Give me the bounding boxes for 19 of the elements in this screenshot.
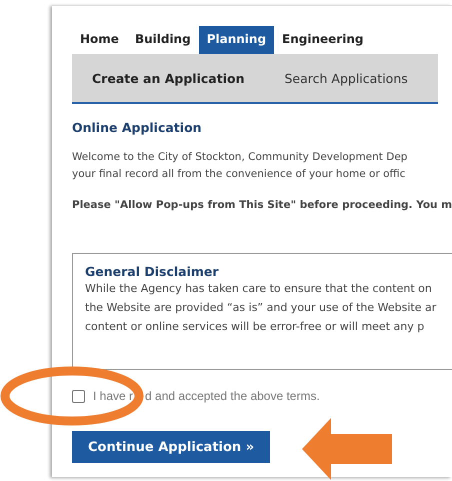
disclaimer-text: While the Agency has taken care to ensure that the content on	[85, 281, 433, 297]
intro-text: your final record all from the convenience of your home or offic	[72, 167, 406, 182]
nav-tab[interactable]: Engineering	[274, 26, 372, 54]
subnav-link[interactable]: Create an Application	[92, 70, 244, 86]
nav-tab[interactable]: Home	[72, 26, 127, 54]
checkbox[interactable]	[72, 390, 85, 402]
checkbox-label: d and accepted the above terms.	[145, 389, 320, 403]
popup-notice: Please "Allow Pop-ups from This Site" before proceeding. You m	[72, 199, 452, 211]
intro-text: Welcome to the City of Stockton, Community Development Dep	[72, 150, 408, 165]
checkbox-label: I have r	[93, 389, 134, 403]
nav-tab[interactable]: Building	[126, 26, 199, 54]
section-title: Online Application	[72, 120, 203, 135]
disclaimer-title: General Disclaimer	[85, 264, 220, 279]
arrow-icon	[302, 418, 392, 480]
subnav-link[interactable]: Search Applications	[284, 70, 408, 86]
continue-button[interactable]: Continue Application »	[72, 431, 270, 463]
disclaimer-text: content or online services will be error-free or will meet any p	[85, 319, 426, 335]
nav-tab[interactable]: Planning	[198, 26, 274, 54]
disclaimer-text: the Website are provided “as is” and your use of the Website ar	[85, 300, 438, 316]
